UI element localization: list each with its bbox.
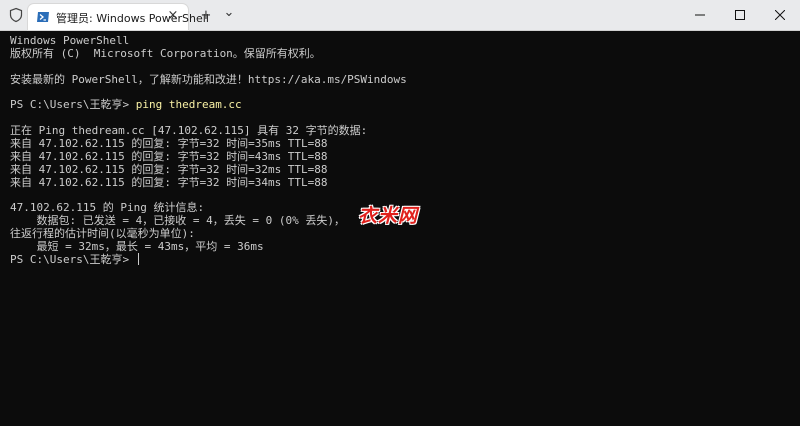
prompt: PS C:\Users\王乾亨> bbox=[10, 98, 136, 111]
close-icon bbox=[775, 10, 785, 20]
prompt: PS C:\Users\王乾亨> bbox=[10, 253, 136, 266]
output-line: 来自 47.102.62.115 的回复: 字节=32 时间=34ms TTL=… bbox=[10, 176, 328, 189]
terminal-window: 管理员: Windows PowerShell × + ⌄ Windows Po… bbox=[0, 0, 800, 426]
tab-title: 管理员: Windows PowerShell bbox=[56, 12, 209, 25]
maximize-icon bbox=[735, 10, 745, 20]
watermark-logo: 衣米网 bbox=[358, 205, 419, 227]
new-tab-button[interactable]: + bbox=[196, 6, 216, 26]
prompt-line-2[interactable]: PS C:\Users\王乾亨> bbox=[10, 253, 139, 266]
dropdown-button[interactable]: ⌄ bbox=[219, 3, 239, 23]
command-text: ping thedream.cc bbox=[135, 98, 242, 111]
output-line: Windows PowerShell bbox=[10, 34, 130, 47]
close-tab-button[interactable]: × bbox=[164, 7, 182, 25]
output-line: 安装最新的 PowerShell，了解新功能和改进！https://aka.ms… bbox=[10, 73, 407, 86]
terminal-output[interactable]: Windows PowerShell 版权所有 (C) Microsoft Co… bbox=[0, 31, 800, 426]
output-line: 版权所有 (C) Microsoft Corporation。保留所有权利。 bbox=[10, 47, 321, 60]
output-line: 来自 47.102.62.115 的回复: 字节=32 时间=32ms TTL=… bbox=[10, 163, 328, 176]
shield-icon bbox=[9, 7, 23, 23]
minimize-button[interactable] bbox=[680, 0, 720, 30]
output-line: 来自 47.102.62.115 的回复: 字节=32 时间=35ms TTL=… bbox=[10, 137, 328, 150]
output-line: 来自 47.102.62.115 的回复: 字节=32 时间=43ms TTL=… bbox=[10, 150, 328, 163]
output-line: 最短 = 32ms，最长 = 43ms，平均 = 36ms bbox=[10, 240, 264, 253]
powershell-icon bbox=[37, 12, 49, 22]
minimize-icon bbox=[695, 14, 705, 16]
output-line: 往返行程的估计时间(以毫秒为单位): bbox=[10, 227, 195, 240]
title-bar[interactable]: 管理员: Windows PowerShell × + ⌄ bbox=[0, 0, 800, 31]
prompt-line-1: PS C:\Users\王乾亨> ping thedream.cc bbox=[10, 98, 242, 111]
close-window-button[interactable] bbox=[760, 0, 800, 30]
output-line: 正在 Ping thedream.cc [47.102.62.115] 具有 3… bbox=[10, 124, 368, 137]
output-line: 47.102.62.115 的 Ping 统计信息: bbox=[10, 201, 205, 214]
maximize-button[interactable] bbox=[720, 0, 760, 30]
output-line: 数据包: 已发送 = 4，已接收 = 4，丢失 = 0 (0% 丢失)， bbox=[10, 214, 345, 227]
text-cursor bbox=[137, 253, 139, 265]
tab-powershell[interactable]: 管理员: Windows PowerShell × bbox=[28, 4, 209, 30]
